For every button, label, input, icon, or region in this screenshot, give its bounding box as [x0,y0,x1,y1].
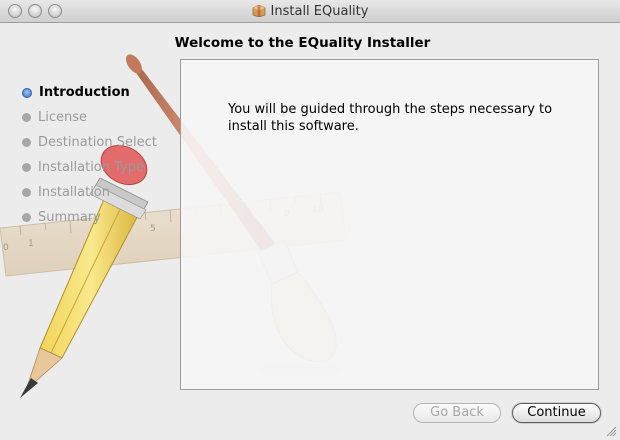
step-license: License [22,105,157,130]
step-label: Destination Select [38,134,157,150]
go-back-button[interactable]: Go Back [413,403,501,423]
content-pane: You will be guided through the steps nec… [180,59,599,390]
pending-step-indicator-icon [22,188,31,197]
current-step-indicator-icon [22,87,32,98]
resize-grip-icon[interactable] [606,426,617,437]
step-destination-select: Destination Select [22,130,157,155]
title-bar[interactable]: Install EQuality [0,0,620,23]
introduction-text: You will be guided through the steps nec… [228,102,553,134]
installation-steps-list: Introduction License Destination Select … [22,80,157,230]
pending-step-indicator-icon [22,213,31,222]
step-installation: Installation [22,180,157,205]
window-title-group: Install EQuality [0,0,620,22]
svg-text:1: 1 [28,239,34,249]
window-title: Install EQuality [270,3,369,19]
svg-text:0: 0 [3,243,9,253]
step-label: License [38,109,88,125]
step-label: Installation [38,184,111,200]
continue-button[interactable]: Continue [512,403,601,423]
pending-step-indicator-icon [22,138,31,147]
installer-window: Install EQuality Welcome to the EQuality… [0,0,620,440]
pending-step-indicator-icon [22,163,31,172]
step-summary: Summary [22,205,157,230]
package-icon [252,5,265,17]
step-label: Installation Type [38,159,144,175]
pending-step-indicator-icon [22,113,31,122]
step-label: Introduction [39,84,130,100]
step-label: Summary [38,209,101,225]
step-installation-type: Installation Type [22,155,157,180]
step-introduction: Introduction [22,80,157,105]
